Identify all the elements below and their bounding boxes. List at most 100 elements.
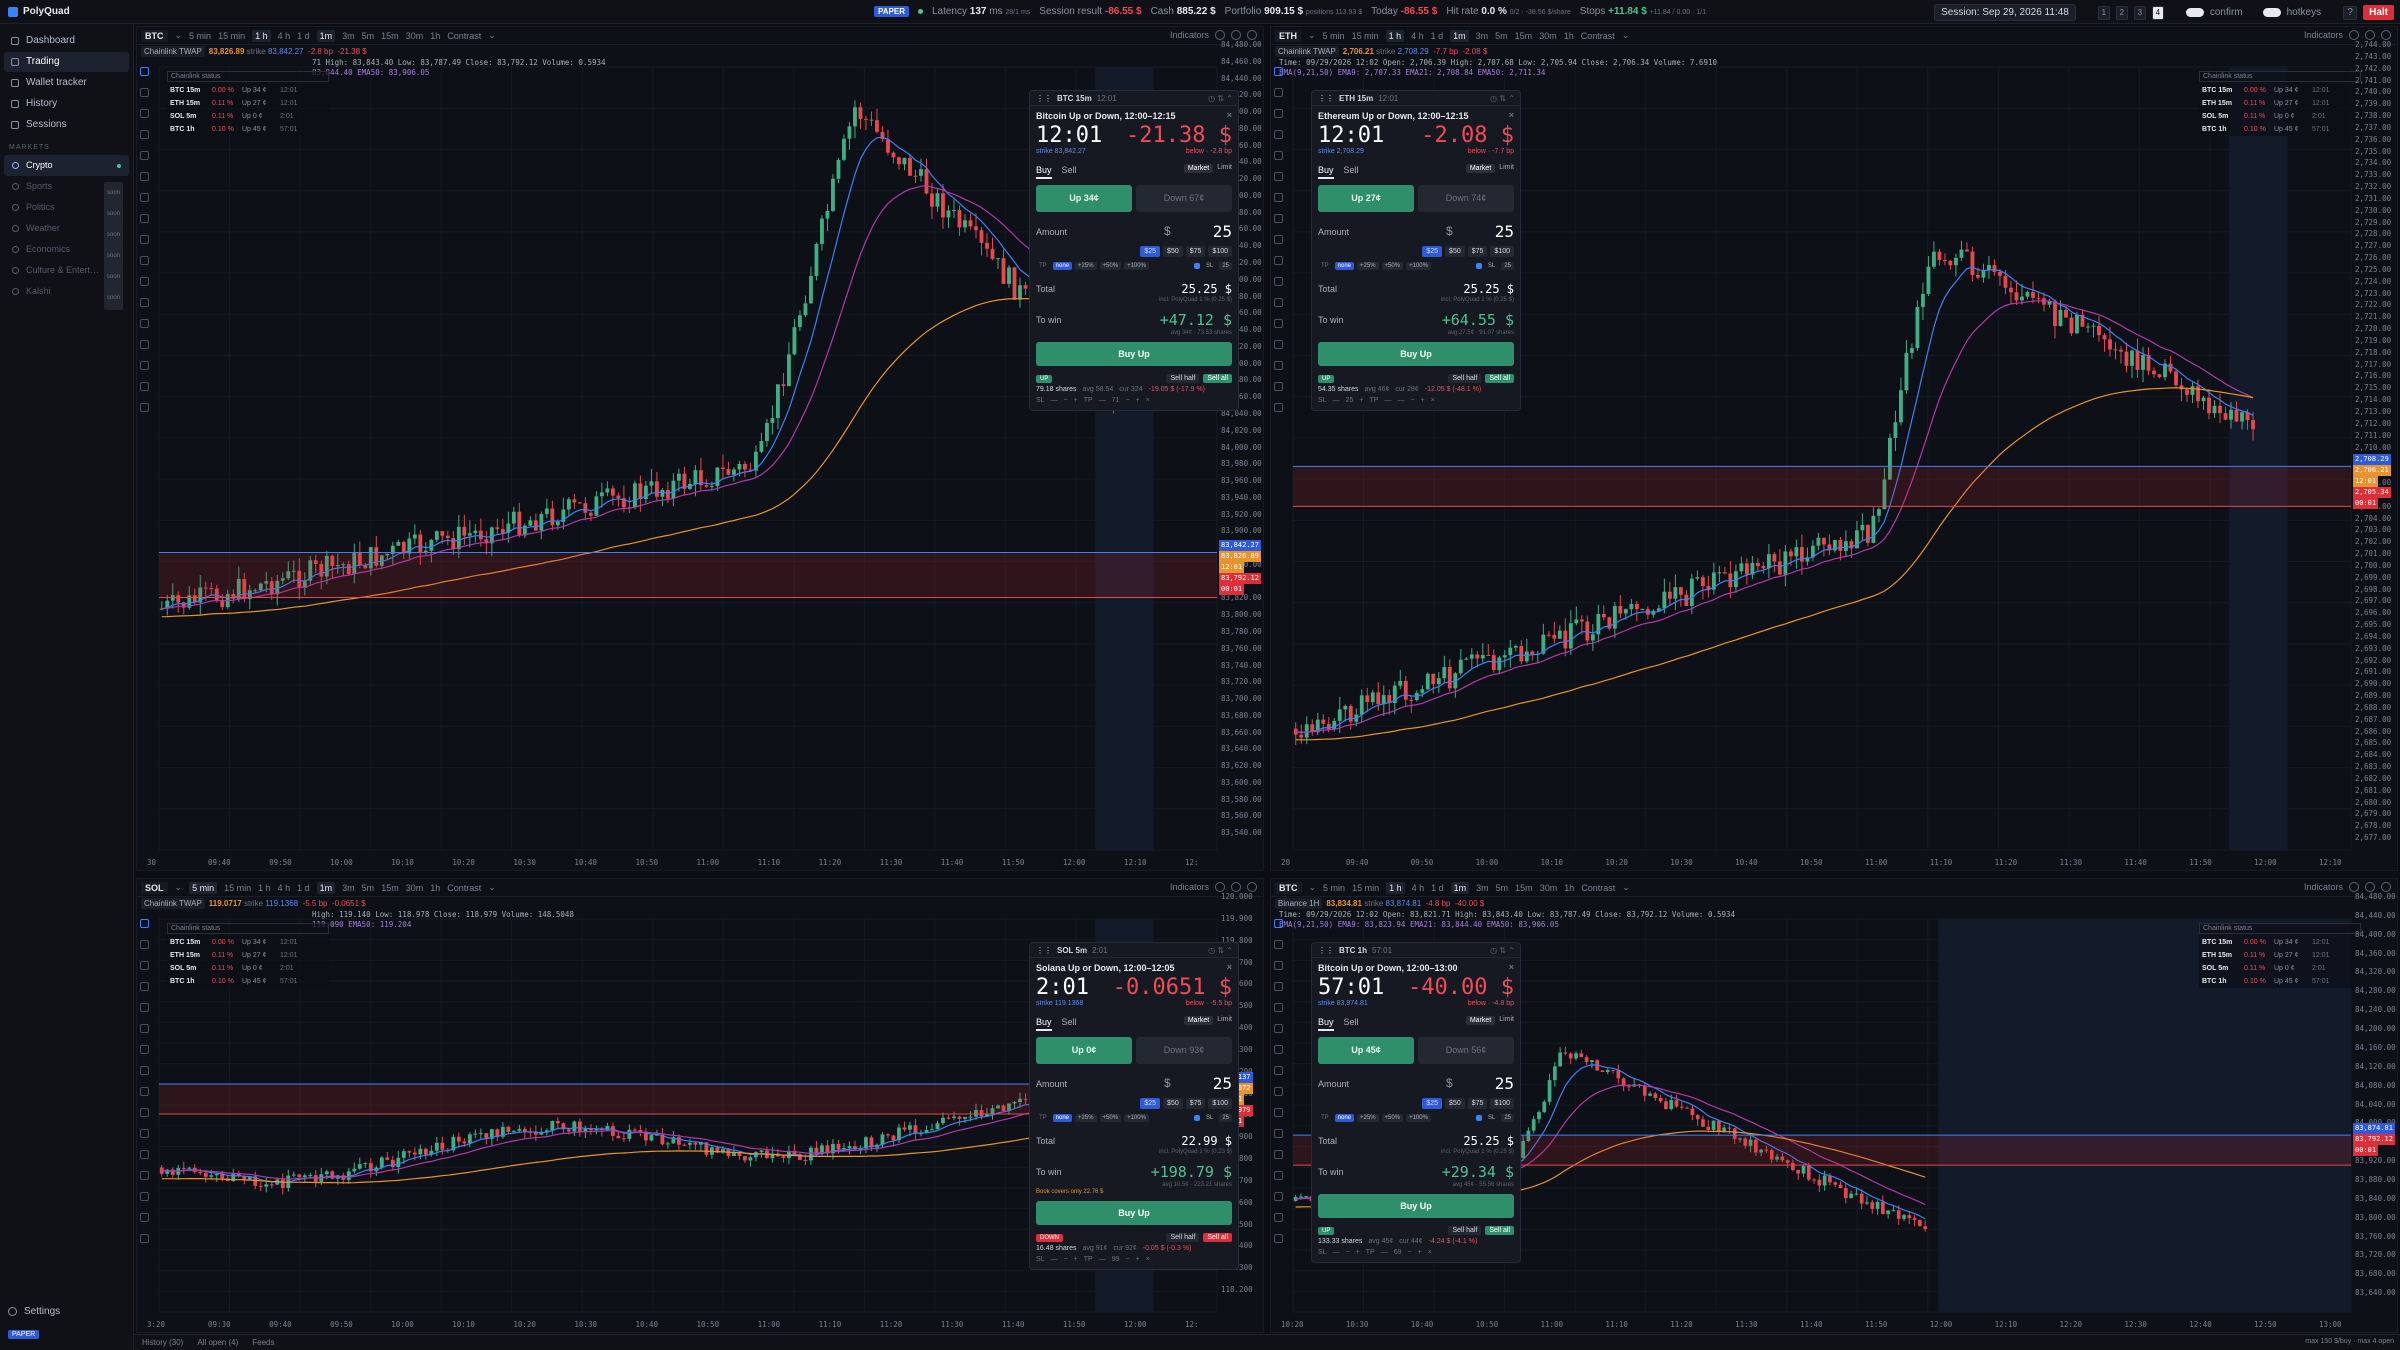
market-order-toggle[interactable]: Market bbox=[1183, 1016, 1214, 1025]
status-row[interactable]: SOL 5m 0.11 % Up 0 ¢ 2:01 bbox=[167, 962, 329, 975]
tp-none[interactable]: none bbox=[1334, 262, 1355, 270]
stop-control[interactable]: + bbox=[1418, 1249, 1422, 1256]
amount-chip[interactable]: $25 bbox=[1422, 1098, 1443, 1109]
stop-controls[interactable]: SL — − + TP —99− + × bbox=[1030, 1252, 1238, 1269]
market-order-toggle[interactable]: Market bbox=[1183, 164, 1214, 173]
status-row[interactable]: BTC 1h 0.10 % Up 45 ¢ 57:01 bbox=[167, 123, 329, 136]
tp-option[interactable]: +100% bbox=[1124, 262, 1149, 270]
tp-option[interactable]: +50% bbox=[1099, 1114, 1122, 1122]
sell-tab[interactable]: Sell bbox=[1344, 1017, 1359, 1031]
stop-control[interactable]: + bbox=[1421, 397, 1425, 404]
limit-order-toggle[interactable]: Limit bbox=[1217, 164, 1232, 173]
stop-controls[interactable]: SL — − + TP —71− + × bbox=[1030, 393, 1238, 410]
ticket-controls-icon[interactable]: ◷ ⇅ ⌃ bbox=[1208, 946, 1233, 955]
sl-input[interactable]: 25 bbox=[1219, 1114, 1232, 1122]
market-order-toggle[interactable]: Market bbox=[1465, 164, 1496, 173]
amount-chip[interactable]: $50 bbox=[1445, 246, 1465, 257]
up-outcome-button[interactable]: Up 0¢ bbox=[1036, 1037, 1132, 1064]
sell-all-button[interactable]: Sell all bbox=[1485, 374, 1514, 383]
market-weather[interactable]: Weather soon bbox=[4, 218, 129, 247]
chainlink-status-header[interactable]: Chainlink status bbox=[167, 923, 329, 934]
stop-control[interactable]: + bbox=[1356, 1249, 1360, 1256]
up-outcome-button[interactable]: Up 27¢ bbox=[1318, 185, 1414, 212]
tp-option[interactable]: +25% bbox=[1357, 262, 1379, 270]
stop-control[interactable]: × bbox=[1428, 1249, 1432, 1256]
stop-control[interactable]: − bbox=[1408, 1249, 1412, 1256]
nav-dashboard[interactable]: Dashboard bbox=[4, 31, 129, 51]
amount-chip[interactable]: $75 bbox=[1185, 246, 1206, 257]
status-row[interactable]: ETH 15m 0.11 % Up 27 ¢ 12:01 bbox=[2199, 97, 2361, 110]
nav-sessions[interactable]: Sessions bbox=[4, 115, 129, 135]
status-row[interactable]: BTC 1h 0.10 % Up 45 ¢ 57:01 bbox=[167, 975, 329, 988]
status-row[interactable]: SOL 5m 0.11 % Up 0 ¢ 2:01 bbox=[167, 110, 329, 123]
ticket-header[interactable]: ⋮⋮ BTC 1h 57:01 ◷ ⇅ ⌃ bbox=[1312, 943, 1520, 958]
tp-option[interactable]: +50% bbox=[1381, 1114, 1404, 1122]
stop-control[interactable]: TP bbox=[1366, 1249, 1375, 1256]
amount-chip[interactable]: $100 bbox=[1490, 246, 1514, 257]
nav-history[interactable]: History bbox=[4, 94, 129, 114]
stop-control[interactable]: − bbox=[1126, 397, 1130, 404]
amount-chip[interactable]: $25 bbox=[1140, 246, 1161, 257]
ticket-header[interactable]: ⋮⋮ ETH 15m 12:01 ◷ ⇅ ⌃ bbox=[1312, 91, 1520, 106]
sl-input[interactable]: 25 bbox=[1501, 1114, 1514, 1122]
status-row[interactable]: SOL 5m 0.11 % Up 0 ¢ 2:01 bbox=[2199, 962, 2361, 975]
sell-tab[interactable]: Sell bbox=[1062, 1017, 1077, 1031]
market-economics[interactable]: Economics soon bbox=[4, 239, 129, 268]
amount-input[interactable]: 25 bbox=[1495, 1074, 1514, 1093]
buy-tab[interactable]: Buy bbox=[1036, 1017, 1052, 1031]
stop-control[interactable]: 99 bbox=[1112, 1256, 1120, 1263]
sell-half-button[interactable]: Sell half bbox=[1166, 374, 1200, 383]
confirm-toggle[interactable] bbox=[2185, 8, 2204, 17]
close-icon[interactable]: × bbox=[1509, 962, 1514, 972]
status-row[interactable]: BTC 1h 0.10 % Up 45 ¢ 57:01 bbox=[2199, 975, 2361, 988]
sl-checkbox[interactable] bbox=[1475, 263, 1482, 269]
amount-chip[interactable]: $100 bbox=[1208, 246, 1232, 257]
ticket-controls-icon[interactable]: ◷ ⇅ ⌃ bbox=[1490, 946, 1515, 955]
limit-order-toggle[interactable]: Limit bbox=[1217, 1016, 1232, 1025]
buy-tab[interactable]: Buy bbox=[1318, 1017, 1334, 1031]
ticket-header[interactable]: ⋮⋮ BTC 15m 12:01 ◷ ⇅ ⌃ bbox=[1030, 91, 1238, 106]
layout-1-button[interactable]: 1 bbox=[2097, 5, 2110, 20]
tp-none[interactable]: none bbox=[1334, 1114, 1355, 1122]
stop-control[interactable]: × bbox=[1146, 397, 1150, 404]
amount-chip[interactable]: $25 bbox=[1422, 246, 1443, 257]
buy-tab[interactable]: Buy bbox=[1318, 165, 1334, 179]
sell-half-button[interactable]: Sell half bbox=[1448, 1226, 1482, 1235]
stop-control[interactable]: — bbox=[1051, 1256, 1058, 1263]
stop-control[interactable]: + bbox=[1359, 397, 1363, 404]
tp-option[interactable]: +100% bbox=[1406, 1114, 1431, 1122]
halt-button[interactable]: Halt bbox=[2363, 5, 2394, 20]
sell-tab[interactable]: Sell bbox=[1344, 165, 1359, 179]
status-row[interactable]: ETH 15m 0.11 % Up 27 ¢ 12:01 bbox=[2199, 949, 2361, 962]
up-outcome-button[interactable]: Up 45¢ bbox=[1318, 1037, 1414, 1064]
buy-up-button[interactable]: Buy Up bbox=[1036, 342, 1232, 366]
settings-button[interactable]: Settings bbox=[8, 1306, 60, 1317]
amount-chip[interactable]: $25 bbox=[1140, 1098, 1161, 1109]
stop-control[interactable]: 69 bbox=[1394, 1249, 1402, 1256]
tp-option[interactable]: +50% bbox=[1381, 262, 1404, 270]
chainlink-status-header[interactable]: Chainlink status bbox=[2199, 923, 2361, 934]
stop-control[interactable]: − bbox=[1346, 1249, 1350, 1256]
ticket-header[interactable]: ⋮⋮ SOL 5m 2:01 ◷ ⇅ ⌃ bbox=[1030, 943, 1238, 958]
buy-up-button[interactable]: Buy Up bbox=[1318, 1194, 1514, 1218]
amount-chip[interactable]: $75 bbox=[1467, 246, 1488, 257]
stop-control[interactable]: 25 bbox=[1346, 397, 1354, 404]
layout-2-button[interactable]: 2 bbox=[2115, 5, 2128, 20]
amount-chip[interactable]: $75 bbox=[1467, 1098, 1488, 1109]
status-row[interactable]: BTC 15m 0.00 % Up 34 ¢ 12:01 bbox=[167, 936, 329, 949]
amount-chip[interactable]: $100 bbox=[1490, 1098, 1514, 1109]
nav-wallet-tracker[interactable]: Wallet tracker bbox=[4, 73, 129, 93]
sell-half-button[interactable]: Sell half bbox=[1448, 374, 1482, 383]
buy-tab[interactable]: Buy bbox=[1036, 165, 1052, 179]
all-open-tab[interactable]: All open (4) bbox=[197, 1338, 238, 1347]
amount-chip[interactable]: $50 bbox=[1163, 1098, 1183, 1109]
status-row[interactable]: BTC 15m 0.00 % Up 34 ¢ 12:01 bbox=[2199, 84, 2361, 97]
stop-control[interactable]: — bbox=[1381, 1249, 1388, 1256]
tp-none[interactable]: none bbox=[1052, 262, 1073, 270]
help-button[interactable]: ? bbox=[2343, 5, 2358, 20]
layout-3-button[interactable]: 3 bbox=[2133, 5, 2146, 20]
stop-control[interactable]: SL bbox=[1036, 397, 1045, 404]
buy-up-button[interactable]: Buy Up bbox=[1036, 1201, 1232, 1225]
close-icon[interactable]: × bbox=[1227, 110, 1232, 120]
tp-option[interactable]: +25% bbox=[1357, 1114, 1379, 1122]
